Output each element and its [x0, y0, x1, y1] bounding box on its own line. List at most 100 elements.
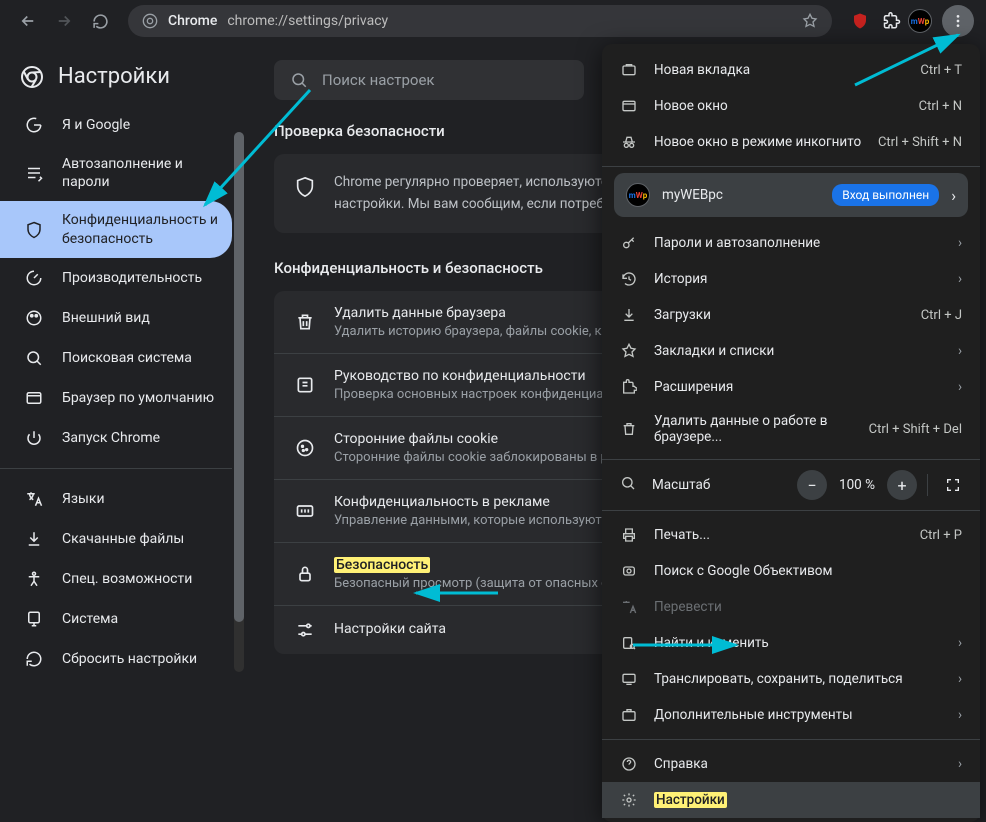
chevron-right-icon: › [958, 235, 962, 251]
menu-new-tab[interactable]: Новая вкладкаCtrl + T [602, 52, 980, 88]
chrome-logo-icon [20, 65, 44, 89]
app-menu: Новая вкладкаCtrl + T Новое окноCtrl + N… [602, 44, 980, 822]
settings-title: Настройки [58, 64, 170, 89]
menu-passwords[interactable]: Пароли и автозаполнение› [602, 225, 980, 261]
search-icon [24, 349, 44, 367]
menu-find[interactable]: Найти и изменить› [602, 625, 980, 661]
zoom-in-button[interactable]: + [887, 470, 917, 500]
menu-incognito[interactable]: Новое окно в режиме инкогнитоCtrl + Shif… [602, 124, 980, 160]
extension-icon [620, 379, 638, 395]
sidebar-item-startup[interactable]: Запуск Chrome [0, 418, 232, 458]
translate-icon [24, 490, 44, 508]
browser-toolbar: Chrome chrome://settings/privacy mWp [0, 0, 986, 42]
star-icon [620, 343, 638, 359]
chevron-right-icon: › [958, 635, 962, 651]
sidebar-item-accessibility[interactable]: Спец. возможности [0, 559, 232, 599]
lock-icon [294, 564, 316, 584]
signed-in-badge: Вход выполнен [832, 184, 939, 206]
security-highlight: Безопасность [334, 557, 430, 573]
find-icon [620, 635, 638, 651]
speed-icon [24, 269, 44, 287]
download-icon [24, 530, 44, 548]
menu-history[interactable]: История› [602, 261, 980, 297]
search-icon [290, 71, 308, 89]
tools-icon [620, 707, 638, 723]
download-icon [620, 307, 638, 323]
address-bar[interactable]: Chrome chrome://settings/privacy [128, 5, 832, 37]
trash-icon [294, 312, 316, 332]
cookie-icon [294, 438, 316, 458]
url-text: chrome://settings/privacy [227, 13, 388, 29]
menu-help[interactable]: Справка› [602, 746, 980, 782]
reset-icon [24, 650, 44, 668]
translate-icon [620, 599, 638, 615]
chrome-icon [142, 13, 158, 29]
url-label: Chrome [168, 13, 217, 29]
menu-zoom: Масштаб − 100 % + [602, 466, 980, 504]
profile-avatar[interactable]: mWp [908, 9, 932, 33]
history-icon [620, 271, 638, 287]
menu-profile[interactable]: mWp myWEBpc Вход выполнен › [614, 173, 968, 217]
sidebar-item-google[interactable]: Я и Google [0, 105, 232, 145]
shield-icon [294, 176, 316, 198]
sidebar-item-default[interactable]: Браузер по умолчанию [0, 378, 232, 418]
sidebar-item-privacy[interactable]: Конфиденциальность и безопасность [0, 201, 232, 257]
forward-button[interactable] [48, 5, 80, 37]
system-icon [24, 610, 44, 628]
power-icon [24, 429, 44, 447]
back-button[interactable] [12, 5, 44, 37]
zoom-value: 100 % [831, 477, 883, 493]
extensions-icon[interactable] [880, 9, 904, 33]
print-icon [620, 527, 638, 543]
palette-icon [24, 309, 44, 327]
sidebar-item-downloads[interactable]: Скачанные файлы [0, 519, 232, 559]
fullscreen-button[interactable] [938, 470, 968, 500]
menu-button[interactable] [942, 5, 974, 37]
menu-translate: Перевести [602, 589, 980, 625]
settings-header: Настройки [0, 52, 246, 105]
chevron-right-icon: › [958, 707, 962, 723]
gear-icon [620, 792, 638, 808]
shield-icon [24, 221, 44, 239]
menu-print[interactable]: Печать...Ctrl + P [602, 517, 980, 553]
chevron-right-icon: › [958, 379, 962, 395]
tab-icon [620, 62, 638, 78]
chevron-right-icon: › [951, 186, 956, 205]
zoom-out-button[interactable]: − [797, 470, 827, 500]
sidebar-item-system[interactable]: Система [0, 599, 232, 639]
sidebar-item-appearance[interactable]: Внешний вид [0, 298, 232, 338]
menu-downloads[interactable]: ЗагрузкиCtrl + J [602, 297, 980, 333]
ext-ublock-icon[interactable] [848, 9, 872, 33]
menu-extensions[interactable]: Расширения› [602, 369, 980, 405]
menu-cast[interactable]: Транслировать, сохранить, поделиться› [602, 661, 980, 697]
settings-search[interactable]: Поиск настроек [274, 60, 584, 100]
sidebar-item-reset[interactable]: Сбросить настройки [0, 639, 232, 679]
accessibility-icon [24, 570, 44, 588]
menu-clear-data[interactable]: Удалить данные о работе в браузере...Ctr… [602, 405, 980, 453]
tune-icon [294, 620, 316, 640]
sidebar-item-performance[interactable]: Производительность [0, 258, 232, 298]
autofill-icon [24, 164, 44, 182]
sidebar-scrollbar[interactable] [234, 132, 244, 672]
sidebar-item-autofill[interactable]: Автозаполнение и пароли [0, 145, 232, 201]
sidebar-item-languages[interactable]: Языки [0, 479, 232, 519]
browser-icon [24, 389, 44, 407]
guide-icon [294, 375, 316, 395]
menu-more-tools[interactable]: Дополнительные инструменты› [602, 697, 980, 733]
incognito-icon [620, 134, 638, 150]
key-icon [620, 235, 638, 251]
help-icon [620, 756, 638, 772]
trash-icon [620, 421, 638, 437]
bookmark-icon[interactable] [802, 13, 818, 29]
sidebar-item-search[interactable]: Поисковая система [0, 338, 232, 378]
settings-sidebar: Настройки Я и Google Автозаполнение и па… [0, 42, 246, 667]
menu-new-window[interactable]: Новое окноCtrl + N [602, 88, 980, 124]
reload-button[interactable] [84, 5, 116, 37]
lens-icon [620, 563, 638, 579]
cast-icon [620, 671, 638, 687]
menu-bookmarks[interactable]: Закладки и списки› [602, 333, 980, 369]
menu-lens[interactable]: Поиск с Google Объективом [602, 553, 980, 589]
settings-highlight: Настройки [654, 792, 727, 808]
chevron-right-icon: › [958, 343, 962, 359]
menu-settings[interactable]: Настройки [602, 782, 980, 818]
